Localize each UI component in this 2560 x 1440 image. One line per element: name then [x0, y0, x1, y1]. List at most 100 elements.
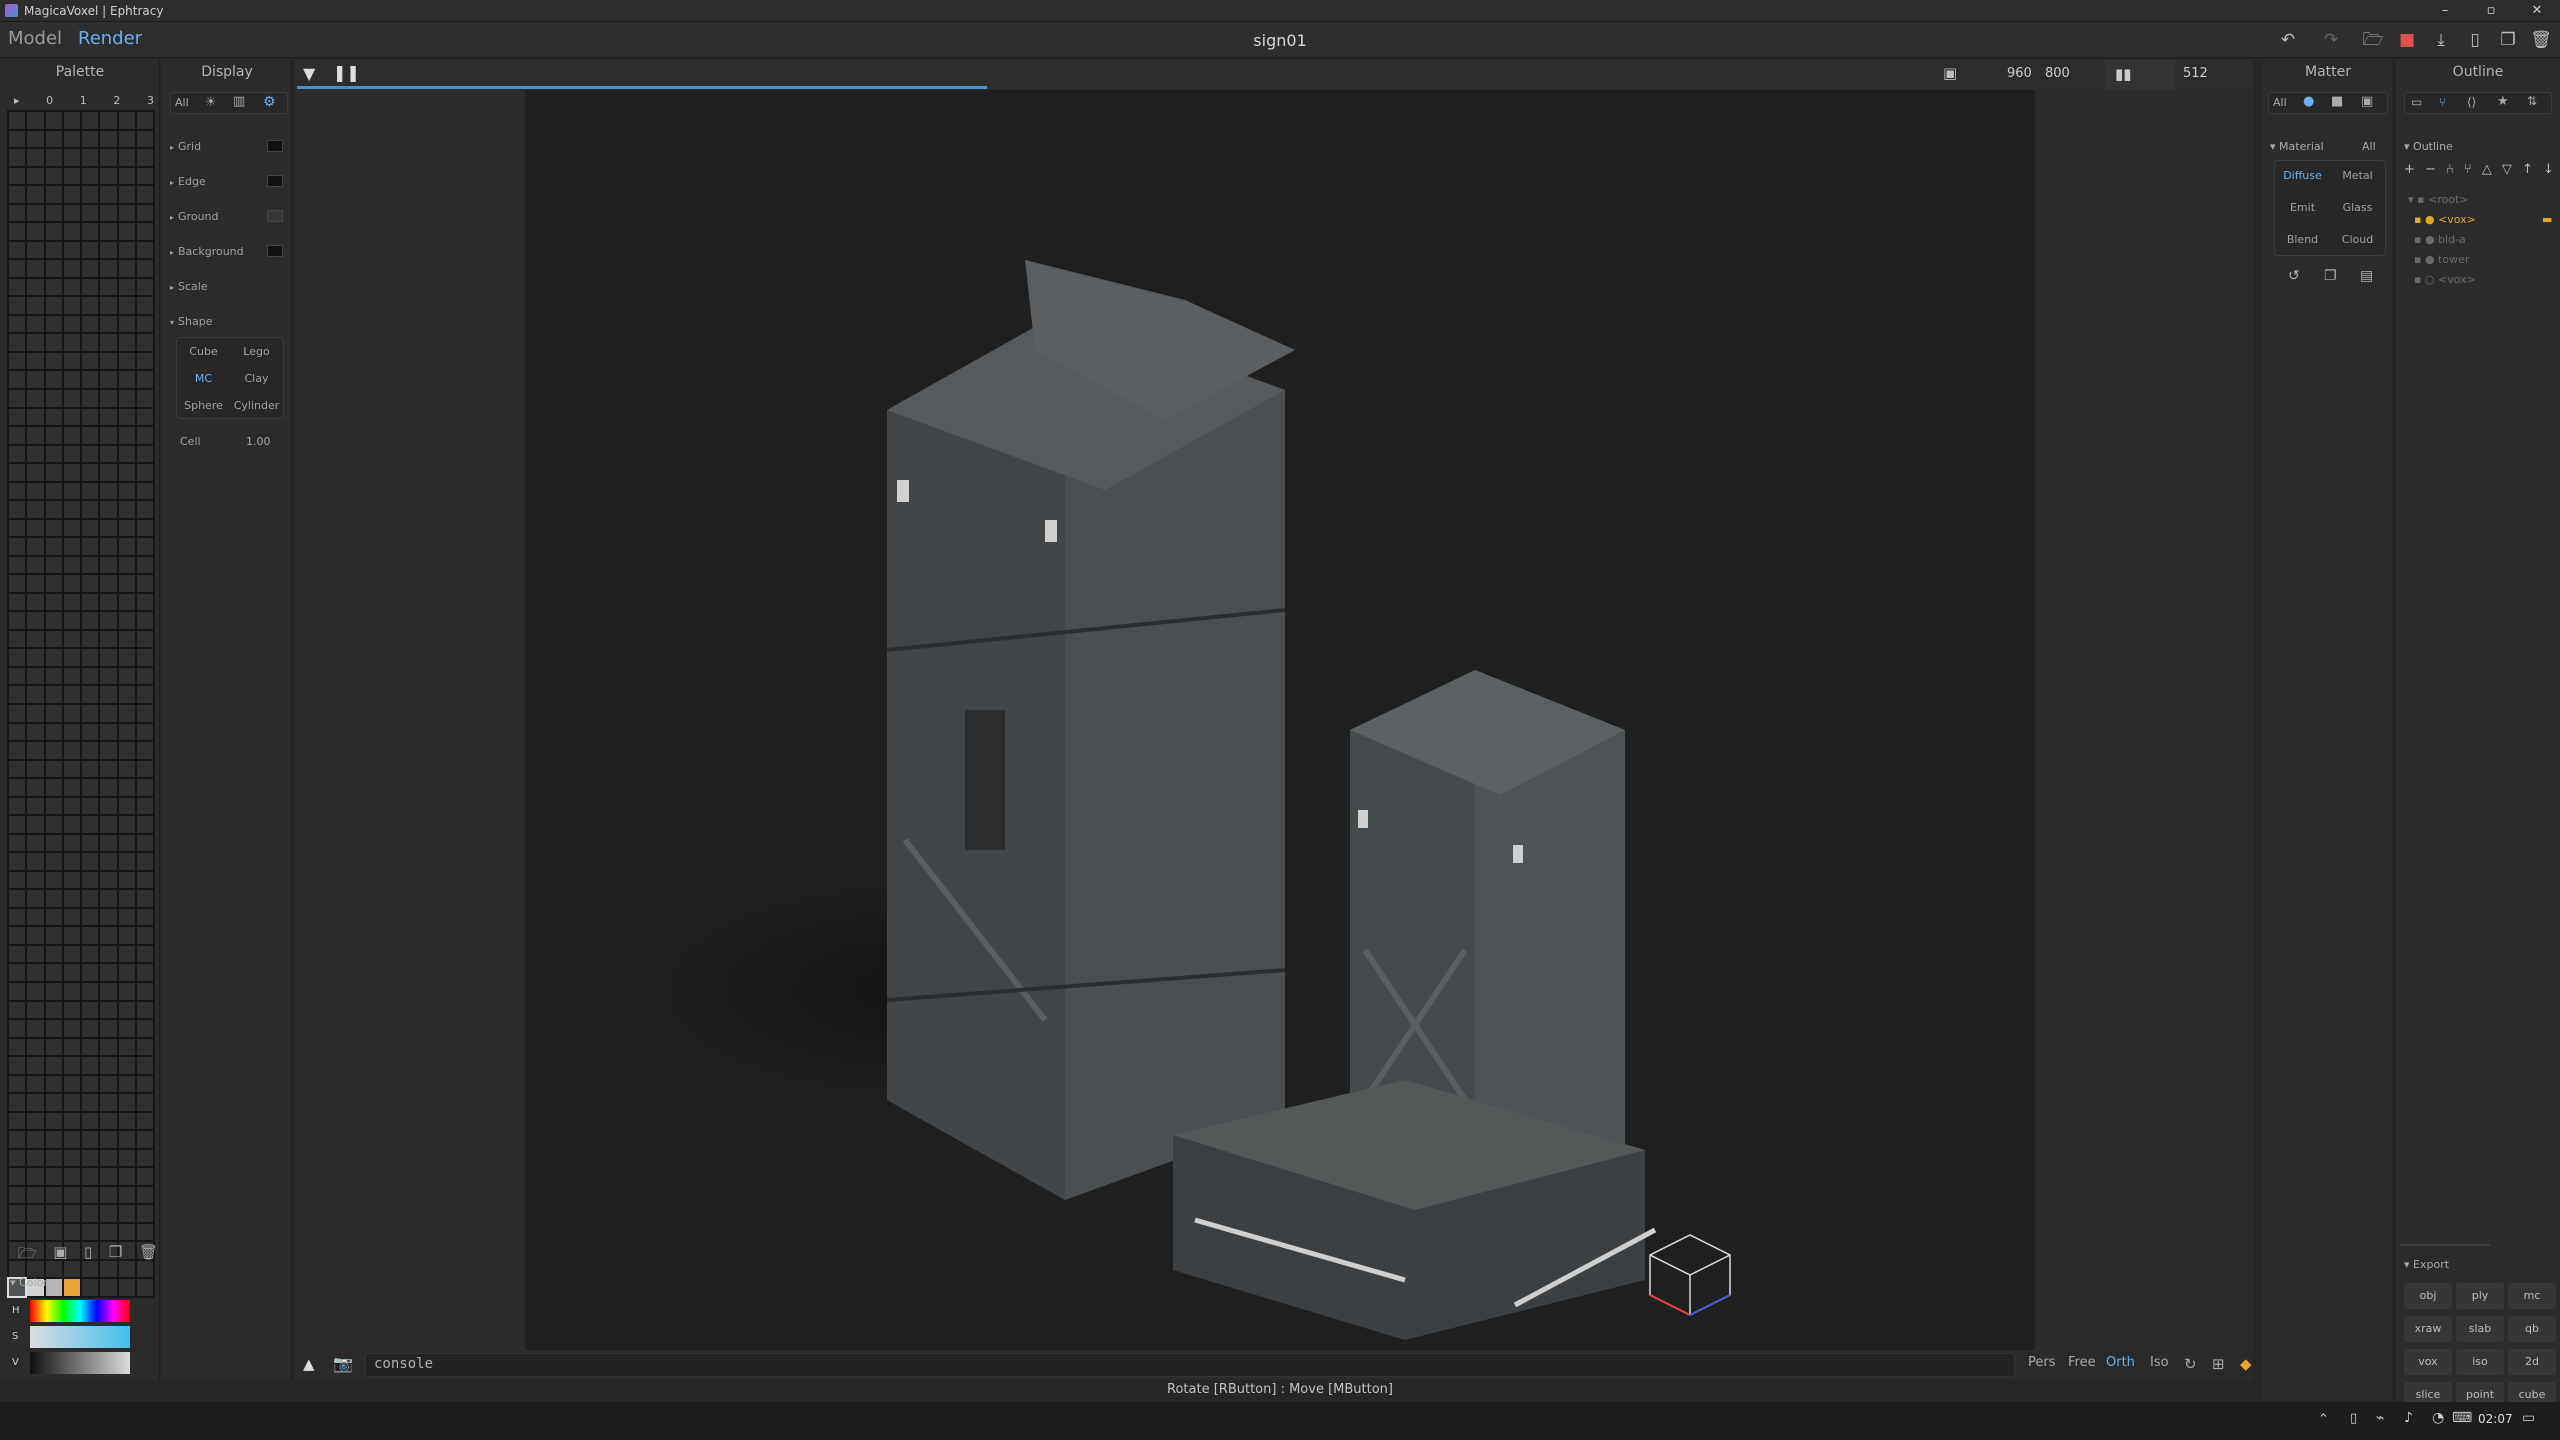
palette-cell[interactable]	[118, 1112, 135, 1130]
palette-cell[interactable]	[136, 1205, 153, 1222]
palette-cell[interactable]	[27, 871, 44, 889]
palette-cell[interactable]	[100, 853, 117, 870]
palette-cell[interactable]	[82, 334, 99, 351]
palette-cell[interactable]	[63, 667, 80, 685]
palette-cell[interactable]	[82, 723, 99, 741]
palette-cell[interactable]	[118, 612, 135, 629]
palette-cell[interactable]	[63, 389, 80, 407]
palette-cell[interactable]	[9, 389, 26, 407]
palette-cell[interactable]	[63, 186, 80, 203]
display-row-background[interactable]: ▸ Background	[170, 245, 244, 258]
network-icon[interactable]: ⌁	[2376, 1410, 2384, 1426]
console-input[interactable]: console	[365, 1353, 2015, 1377]
palette-cell[interactable]	[82, 427, 99, 444]
usb-icon[interactable]: ▯	[2350, 1411, 2357, 1426]
palette-cell[interactable]	[27, 612, 44, 629]
tab-model[interactable]: Model	[8, 28, 62, 49]
palette-cell[interactable]	[45, 1038, 62, 1056]
notification-icon[interactable]: ▭	[2522, 1410, 2535, 1426]
palette-cell[interactable]	[82, 186, 99, 203]
reset-view-icon[interactable]: ↻	[2184, 1355, 2197, 1373]
palette-cell[interactable]	[136, 297, 153, 314]
palette-cell[interactable]	[45, 278, 62, 296]
palette-cell[interactable]	[27, 945, 44, 963]
palette-cell[interactable]	[45, 1075, 62, 1093]
palette-cell[interactable]	[27, 556, 44, 574]
outline-node-vox[interactable]: ▪ ○ <vox>	[2414, 273, 2476, 286]
palette-cell[interactable]	[9, 186, 26, 203]
palette-cell[interactable]	[136, 816, 153, 833]
palette-cell[interactable]	[27, 853, 44, 870]
palette-cell[interactable]	[27, 1131, 44, 1148]
palette-cell[interactable]	[136, 445, 153, 463]
outline-node-bld-a[interactable]: ▪ ● bld-a	[2414, 233, 2466, 246]
palette-cell[interactable]	[118, 427, 135, 444]
palette-cell[interactable]	[45, 1223, 62, 1241]
palette-cell[interactable]	[27, 297, 44, 314]
palette-cell[interactable]	[118, 1149, 135, 1167]
palette-cell[interactable]	[100, 1112, 117, 1130]
palette-cell[interactable]	[9, 519, 26, 537]
palette-cell[interactable]	[82, 1279, 99, 1296]
palette-cell[interactable]	[136, 427, 153, 444]
palette-cell[interactable]	[9, 964, 26, 981]
palette-cell[interactable]	[45, 1149, 62, 1167]
palette-cell[interactable]	[45, 779, 62, 796]
palette-col-3[interactable]: 3	[147, 94, 154, 107]
palette-cell[interactable]	[118, 260, 135, 277]
palette-cell[interactable]	[100, 1205, 117, 1222]
palette-cell[interactable]	[118, 1131, 135, 1148]
palette-cell[interactable]	[9, 1094, 26, 1111]
palette-cell[interactable]	[82, 1020, 99, 1037]
palette-cell[interactable]	[82, 760, 99, 778]
palette-cell[interactable]	[45, 853, 62, 870]
palette-cell[interactable]	[45, 834, 62, 852]
palette-cell[interactable]	[27, 908, 44, 926]
palette-cell[interactable]	[63, 1168, 80, 1185]
palette-cell[interactable]	[27, 149, 44, 166]
palette-cell[interactable]	[82, 464, 99, 481]
palette-cell[interactable]	[9, 593, 26, 611]
palette-cell[interactable]	[63, 871, 80, 889]
palette-cell[interactable]	[100, 649, 117, 666]
shape-cube[interactable]: Cube	[177, 345, 230, 358]
palette-cell[interactable]	[136, 112, 153, 129]
palette-cell[interactable]	[9, 797, 26, 815]
palette-cell[interactable]	[118, 964, 135, 981]
palette-cell[interactable]	[63, 1057, 80, 1074]
palette-cell[interactable]	[27, 927, 44, 944]
palette-cell[interactable]	[82, 1131, 99, 1148]
palette-cell[interactable]	[118, 982, 135, 1000]
palette-cell[interactable]	[63, 575, 80, 592]
sort-icon[interactable]: ⇅	[2527, 94, 2537, 108]
palette-cell[interactable]	[27, 964, 44, 981]
palette-cell[interactable]	[9, 371, 26, 388]
palette-cell[interactable]	[100, 667, 117, 685]
outline-section-label[interactable]: ▾ Outline	[2404, 140, 2453, 153]
palette-cell[interactable]	[9, 501, 26, 518]
palette-cell[interactable]	[9, 464, 26, 481]
palette-cell[interactable]	[100, 1279, 117, 1296]
palette-cell[interactable]	[100, 1075, 117, 1093]
hue-slider[interactable]	[30, 1300, 130, 1322]
palette-cell[interactable]	[100, 593, 117, 611]
palette-cell[interactable]	[27, 371, 44, 388]
ungroup-icon[interactable]: ⑂	[2464, 162, 2472, 177]
palette-cell[interactable]	[63, 1038, 80, 1056]
palette-cell[interactable]	[63, 853, 80, 870]
palette-cell[interactable]	[82, 816, 99, 833]
volume-icon[interactable]: ♪	[2404, 1410, 2413, 1426]
palette-cell[interactable]	[45, 315, 62, 333]
palette-cell[interactable]	[136, 1168, 153, 1185]
palette-cell[interactable]	[9, 278, 26, 296]
palette-cell[interactable]	[45, 112, 62, 129]
material-glass[interactable]: Glass	[2330, 201, 2385, 214]
palette-cell[interactable]	[100, 297, 117, 314]
outline-scrollbar[interactable]	[2400, 1244, 2490, 1246]
palette-cell[interactable]	[63, 760, 80, 778]
palette-cell[interactable]	[63, 519, 80, 537]
palette-cell[interactable]	[9, 1223, 26, 1241]
palette-cell[interactable]	[27, 519, 44, 537]
export-icon[interactable]: ⤓	[2430, 30, 2452, 50]
palette-cell[interactable]	[136, 667, 153, 685]
